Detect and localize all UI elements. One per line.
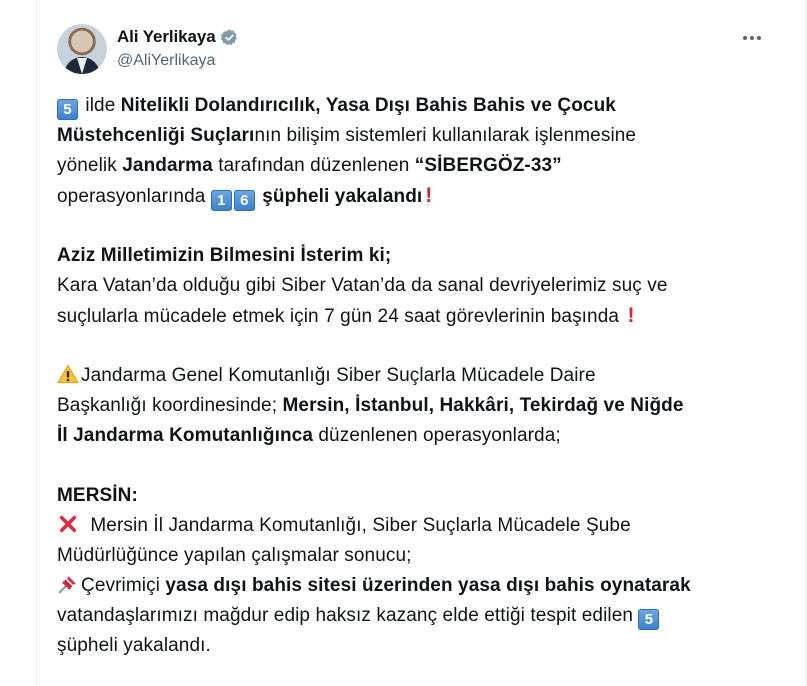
- warning-emoji: [57, 364, 79, 384]
- bold-segment: şüpheli yakalandı: [256, 186, 423, 207]
- red-exclamation-emoji: !: [627, 304, 635, 327]
- bold-segment: Jandarma: [122, 155, 213, 176]
- tweet-line: Müstehcenliği Suçlarının bilişim sisteml…: [57, 121, 767, 151]
- tweet-line: MERSİN:: [57, 481, 767, 511]
- text-segment: operasyonlarında: [57, 186, 211, 207]
- verified-badge-icon[interactable]: [220, 28, 239, 47]
- text-segment: Müdürlüğünce yapılan çalışmalar sonucu;: [57, 545, 412, 566]
- tweet-line: Mersin İl Jandarma Komutanlığı, Siber Su…: [57, 511, 767, 541]
- keycap-digit-emoji: 1: [210, 190, 232, 211]
- tweet-line: İl Jandarma Komutanlığınca düzenlenen op…: [57, 421, 767, 451]
- author-handle[interactable]: @AliYerlikaya: [117, 52, 215, 70]
- tweet-line: Çevrimiçi yasa dışı bahis sitesi üzerind…: [57, 571, 767, 601]
- tweet-line: operasyonlarında 16 şüpheli yakalandı!: [57, 181, 767, 211]
- text-segment: şüpheli yakalandı.: [57, 635, 211, 656]
- section-heading: Aziz Milletimizin Bilmesini İsterim ki;: [57, 245, 392, 266]
- operation-name: “SİBERGÖZ-33”: [414, 155, 562, 176]
- text-segment: suçlularla mücadele etmek için 7 gün 24 …: [57, 306, 625, 327]
- keycap-digit-emoji: 5: [638, 609, 660, 630]
- bold-segment: Nitelikli Dolandırıcılık, Yasa Dışı Bahi…: [120, 95, 616, 116]
- text-segment: tarafından düzenlenen: [212, 155, 415, 176]
- more-options-icon[interactable]: [737, 30, 767, 46]
- pushpin-emoji: [58, 576, 76, 594]
- tweet-line: Aziz Milletimizin Bilmesini İsterim ki;: [57, 241, 767, 271]
- section-heading: MERSİN:: [57, 485, 138, 506]
- tweet-line: şüpheli yakalandı.: [57, 631, 767, 661]
- bold-segment: İl Jandarma Komutanlığınca: [57, 425, 313, 446]
- text-segment: Jandarma Genel Komutanlığı Siber Suçlarl…: [81, 365, 596, 386]
- cross-mark-emoji: [59, 515, 77, 533]
- keycap-digit-emoji: 5: [57, 99, 78, 120]
- author-avatar[interactable]: [57, 24, 107, 74]
- text-segment: Kara Vatan’da olduğu gibi Siber Vatan’da…: [57, 275, 668, 296]
- bold-segment: yasa dışı bahis sitesi üzerinden yasa dı…: [165, 575, 691, 596]
- text-segment: vatandaşlarımızı mağdur edip haksız kaza…: [57, 605, 639, 626]
- tweet-line: vatandaşlarımızı mağdur edip haksız kaza…: [57, 601, 767, 631]
- more-dot: [757, 36, 761, 40]
- tweet-line: yönelik Jandarma tarafından düzenlenen “…: [57, 151, 767, 181]
- author-name-row: Ali Yerlikaya: [117, 26, 239, 48]
- tweet-line: Müdürlüğünce yapılan çalışmalar sonucu;: [57, 541, 767, 571]
- tweet-line: 5 ilde Nitelikli Dolandırıcılık, Yasa Dı…: [57, 91, 767, 121]
- text-segment: ilde: [80, 95, 121, 116]
- tweet-text: 5 ilde Nitelikli Dolandırıcılık, Yasa Dı…: [57, 91, 767, 661]
- red-exclamation-emoji: !: [425, 184, 433, 207]
- keycap-digit-emoji: 6: [233, 190, 255, 211]
- text-segment: nın bilişim sistemleri kullanılarak işle…: [254, 125, 637, 146]
- more-dot: [750, 36, 754, 40]
- tweet-line: Jandarma Genel Komutanlığı Siber Suçlarl…: [57, 361, 767, 391]
- text-segment: düzenlenen operasyonlarda;: [313, 425, 561, 446]
- more-dot: [743, 36, 747, 40]
- text-segment: yönelik: [57, 155, 123, 176]
- text-segment: Çevrimiçi: [81, 575, 166, 596]
- text-segment: Mersin İl Jandarma Komutanlığı, Siber Su…: [85, 515, 631, 536]
- tweet-line: Başkanlığı koordinesinde; Mersin, İstanb…: [57, 391, 767, 421]
- text-segment: Başkanlığı koordinesinde;: [57, 395, 283, 416]
- bold-segment: Müstehcenliği Suçları: [57, 125, 255, 146]
- tweet-card: Ali Yerlikaya @AliYerlikaya 5 ilde Nitel…: [36, 0, 806, 686]
- bold-segment: Mersin, İstanbul, Hakkâri, Tekirdağ ve N…: [282, 395, 684, 416]
- tweet-line: suçlularla mücadele etmek için 7 gün 24 …: [57, 301, 767, 331]
- author-display-name[interactable]: Ali Yerlikaya: [117, 27, 216, 47]
- tweet-line: Kara Vatan’da olduğu gibi Siber Vatan’da…: [57, 271, 767, 301]
